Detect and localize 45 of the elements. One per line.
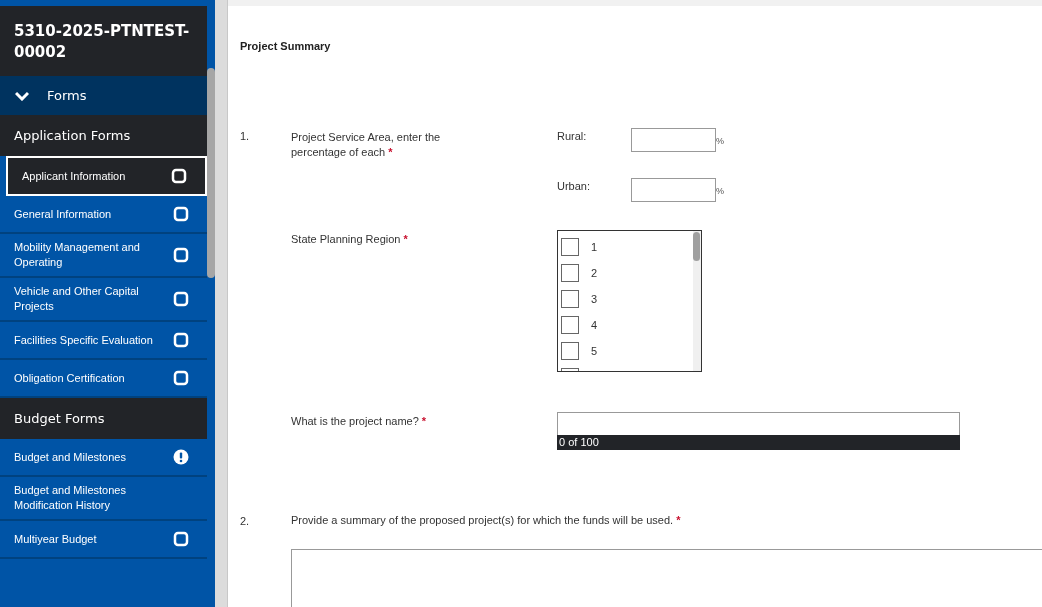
question-number: 1.: [240, 130, 251, 144]
application-id: 5310-2025-PTNTEST-00002: [0, 6, 207, 76]
required-mark: *: [388, 146, 393, 158]
empty-square-icon: [173, 370, 189, 386]
question-text: What is the project name? *: [291, 414, 428, 429]
empty-square-icon: [173, 332, 189, 348]
option-label: 5: [591, 345, 598, 357]
scrollbar-thumb[interactable]: [207, 68, 215, 278]
unit-label: %: [716, 136, 724, 146]
chevron-icon: [15, 90, 29, 101]
option-label: 3: [591, 293, 598, 305]
empty-square-icon: [173, 531, 189, 547]
unit-label: %: [716, 186, 724, 196]
question-number: 2.: [240, 515, 251, 529]
required-mark: *: [421, 415, 427, 427]
question-text: State Planning Region *: [291, 232, 409, 247]
scrollbar-thumb[interactable]: [693, 232, 700, 261]
percent-field[interactable]: [631, 128, 716, 152]
checkbox[interactable]: [561, 238, 579, 256]
section-heading: Application Forms: [0, 115, 207, 156]
required-mark: *: [403, 233, 408, 245]
forms-toggle[interactable]: Forms: [0, 76, 207, 115]
question-text: Provide a summary of the proposed project(s) for which the funds will be used. *: [291, 513, 682, 528]
project-name-field[interactable]: [557, 412, 960, 435]
question-text: Project Service Area, enter the percentage of each *: [291, 130, 442, 160]
percent-field[interactable]: [631, 178, 716, 202]
option-label: 2: [591, 267, 598, 279]
option-label: 4: [591, 319, 598, 331]
field-label: Urban:: [557, 180, 592, 192]
empty-square-icon: [173, 247, 189, 263]
checkbox[interactable]: [561, 342, 579, 360]
form-link[interactable]: Applicant Information: [6, 156, 207, 196]
checkbox[interactable]: [561, 264, 579, 282]
page-title: Project Summary: [240, 40, 332, 52]
character-counter: 0 of 100: [557, 435, 960, 450]
checkbox[interactable]: [561, 290, 579, 308]
empty-square-icon: [173, 206, 189, 222]
empty-square-icon: [173, 291, 189, 307]
checkbox[interactable]: [561, 316, 579, 334]
alert-icon: [173, 449, 189, 465]
empty-square-icon: [171, 168, 187, 184]
required-mark: *: [676, 514, 681, 526]
section-heading: Budget Forms: [0, 398, 207, 439]
option-label: 1: [591, 241, 598, 253]
field-label: Rural:: [557, 130, 588, 142]
